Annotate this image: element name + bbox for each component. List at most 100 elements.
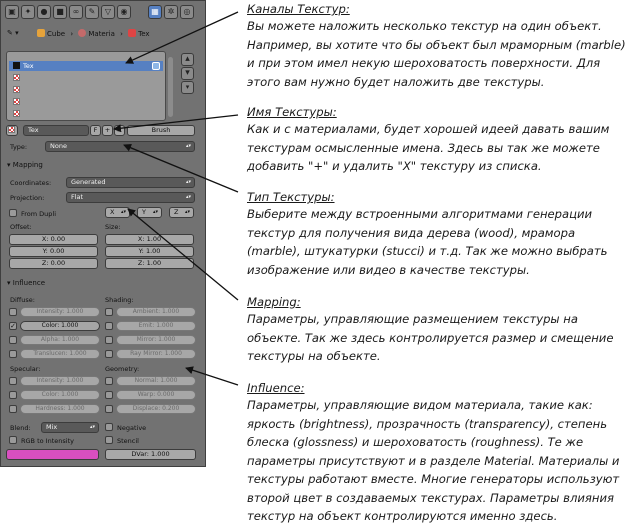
data-icon[interactable]: ▽ <box>101 5 115 19</box>
influence-header[interactable]: ▾ Influence <box>7 279 45 287</box>
world-icon[interactable]: ● <box>37 5 51 19</box>
shading-ambient-checkbox[interactable] <box>105 308 113 316</box>
diffuse-intensity-slider[interactable]: Intensity: 1.000 <box>20 307 100 317</box>
physics-icon[interactable]: ◎ <box>180 5 194 19</box>
axis-x-select[interactable]: X ▴▾ <box>105 207 130 218</box>
shading-ray-mirror-checkbox[interactable] <box>105 350 113 358</box>
geometry-displace-checkbox[interactable] <box>105 405 113 413</box>
note-influence: Influence: Параметры, управляющие видом … <box>247 380 629 525</box>
geometry-normal-checkbox[interactable] <box>105 377 113 385</box>
note-line: этого вам нужно будет наложить две текст… <box>247 74 545 89</box>
stencil-checkbox[interactable] <box>105 436 113 444</box>
modifiers-icon[interactable]: ✎ <box>85 5 99 19</box>
axis-z-select[interactable]: Z ▴▾ <box>169 207 194 218</box>
diffuse-alpha-checkbox[interactable] <box>9 336 17 344</box>
note-line: второй цвет в создаваемых текстурах. Пар… <box>247 490 614 505</box>
texture-slot-list[interactable]: Tex <box>6 51 166 121</box>
diffuse-alpha-slider[interactable]: Alpha: 1.000 <box>20 335 100 345</box>
specular-hardness-checkbox[interactable] <box>9 405 17 413</box>
texture-icon <box>8 126 15 133</box>
shading-emit-slider[interactable]: Emit: 1.000 <box>116 321 196 331</box>
shading-mirror-checkbox[interactable] <box>105 336 113 344</box>
texture-slot[interactable] <box>9 73 163 83</box>
note-heading: Тип Текстуры: <box>247 190 335 204</box>
specular-intensity-checkbox[interactable] <box>9 377 17 385</box>
note-line: блеска (glossness) и шероховатость (roug… <box>247 435 584 449</box>
chevron-updown-icon: ▴▾ <box>89 424 95 430</box>
object-icon[interactable]: ■ <box>53 5 67 19</box>
texture-slot-icon <box>13 98 20 105</box>
note-line: текстур на объект контролируются именно … <box>247 509 558 523</box>
texture-slot[interactable] <box>9 97 163 107</box>
specular-intensity-slider[interactable]: Intensity: 1.000 <box>20 376 100 386</box>
specular-hardness-slider[interactable]: Hardness: 1.000 <box>20 404 100 414</box>
move-up-icon[interactable]: ▴ <box>181 53 194 66</box>
note-heading: Каналы Текстур: <box>247 2 350 16</box>
brush-button[interactable]: Brush <box>127 125 195 136</box>
list-scrollbar[interactable] <box>168 57 173 117</box>
specials-menu-icon[interactable]: ▾ <box>181 81 194 94</box>
note-line: объекте. Так же здесь контролируется раз… <box>247 330 614 345</box>
specular-color-checkbox[interactable] <box>9 391 17 399</box>
diffuse-translucency-checkbox[interactable] <box>9 350 17 358</box>
texture-icon[interactable]: ▦ <box>148 5 162 19</box>
rgb-to-intensity-checkbox[interactable] <box>9 436 17 444</box>
texture-slot-icon <box>13 86 20 93</box>
blend-select[interactable]: Mix ▴▾ <box>41 422 99 433</box>
size-y-field[interactable]: Y: 1.00 <box>105 246 194 257</box>
slot-enabled-checkbox[interactable] <box>152 62 160 70</box>
diffuse-intensity-checkbox[interactable] <box>9 308 17 316</box>
shading-ambient-slider[interactable]: Ambient: 1.000 <box>116 307 196 317</box>
geometry-displace-slider[interactable]: Displace: 0.200 <box>116 404 196 414</box>
mapping-header[interactable]: ▾ Mapping <box>7 161 43 169</box>
constraints-icon[interactable]: ∞ <box>69 5 83 19</box>
texture-browse-button[interactable] <box>6 125 18 136</box>
geometry-normal-slider[interactable]: Normal: 1.000 <box>116 376 196 386</box>
specular-label: Specular: <box>10 365 41 373</box>
rgb-to-intensity-label: RGB to Intensity <box>21 437 74 445</box>
shading-ray-mirror-slider[interactable]: Ray Mirror: 1.000 <box>116 349 196 359</box>
add-texture-icon[interactable]: + <box>102 125 113 136</box>
size-x-field[interactable]: X: 1.00 <box>105 234 194 245</box>
render-icon[interactable]: ▣ <box>5 5 19 19</box>
size-z-field[interactable]: Z: 1.00 <box>105 258 194 269</box>
diffuse-color-checkbox[interactable]: ✓ <box>9 322 17 330</box>
blend-label: Blend: <box>10 424 31 432</box>
axis-y-select[interactable]: Y ▴▾ <box>137 207 162 218</box>
note-line: параметры присутствуют и в разделе Mater… <box>247 453 620 468</box>
texture-slot[interactable] <box>9 109 163 119</box>
geometry-warp-checkbox[interactable] <box>105 391 113 399</box>
particles-icon[interactable]: ✲ <box>164 5 178 19</box>
offset-x-field[interactable]: X: 0.00 <box>9 234 98 245</box>
note-line: Например, вы хотите что бы объект был мр… <box>247 37 626 52</box>
note-line: Вы можете наложить несколько текстур на … <box>247 19 602 33</box>
remove-texture-icon[interactable]: ✕ <box>114 125 125 136</box>
pin-icon[interactable]: ✎ ▾ <box>7 29 19 37</box>
material-icon[interactable]: ◉ <box>117 5 131 19</box>
offset-y-field[interactable]: Y: 0.00 <box>9 246 98 257</box>
breadcrumb-object: Cube <box>47 30 66 38</box>
projection-select[interactable]: Flat ▴▾ <box>66 192 195 203</box>
texture-slot[interactable]: Tex <box>9 61 163 71</box>
texture-slot[interactable] <box>9 85 163 95</box>
negative-checkbox[interactable] <box>105 423 113 431</box>
note-line: текстуры на объекте. <box>247 349 381 363</box>
fake-user-button[interactable]: F <box>90 125 101 136</box>
move-down-icon[interactable]: ▾ <box>181 67 194 80</box>
diffuse-color-slider[interactable]: Color: 1.000 <box>20 321 100 331</box>
offset-z-field[interactable]: Z: 0.00 <box>9 258 98 269</box>
specular-color-slider[interactable]: Color: 1.000 <box>20 390 100 400</box>
from-dupli-checkbox[interactable] <box>9 209 17 217</box>
texture-name-field[interactable]: Tex <box>23 125 89 136</box>
geometry-warp-slider[interactable]: Warp: 0.000 <box>116 390 196 400</box>
diffuse-translucency-slider[interactable]: Translucen: 1.000 <box>20 349 100 359</box>
shading-label: Shading: <box>105 296 134 304</box>
shading-mirror-slider[interactable]: Mirror: 1.000 <box>116 335 196 345</box>
texture-type-select[interactable]: None ▴▾ <box>45 141 195 152</box>
coordinates-select[interactable]: Generated ▴▾ <box>66 177 195 188</box>
note-line: Как и с материалами, будет хорошей идеей… <box>247 122 610 136</box>
shading-emit-checkbox[interactable] <box>105 322 113 330</box>
dvar-field[interactable]: DVar: 1.000 <box>105 449 196 460</box>
scene-icon[interactable]: ✦ <box>21 5 35 19</box>
texture-color-swatch[interactable] <box>6 449 99 460</box>
